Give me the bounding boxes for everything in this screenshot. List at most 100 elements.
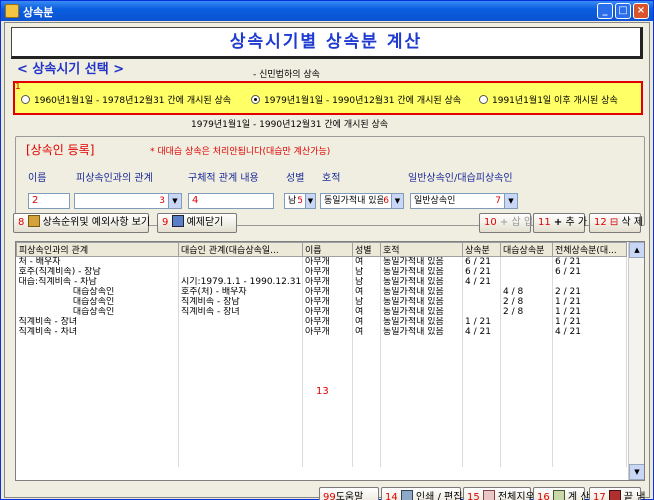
table-row[interactable] [16,407,627,417]
table-cell [178,317,303,327]
insert-button[interactable]: 10 + 삽 입 [479,213,533,233]
table-cell: 직계비속 - 장녀 [178,307,303,317]
table-cell: 아무개 [302,307,353,317]
exit-number: 17 [593,492,606,500]
table-cell [380,407,463,417]
family-register-number: 6 [383,194,389,208]
table-cell [352,417,381,427]
radio-checked-icon [251,95,260,104]
table-cell [302,407,353,417]
heir-type-select[interactable]: 일반상속인 7 ▼ [410,193,518,209]
table-cell: 동일가적내 있음 [380,287,463,297]
print-edit-button[interactable]: 14 인쇄 / 편집 [381,487,462,500]
table-row[interactable] [16,457,627,467]
table-row[interactable] [16,437,627,447]
table-row[interactable]: 직계비속 - 장녀 아무개 여 동일가적내 있음 1 / 21 1 / 21 [16,317,627,327]
column-header[interactable]: 상속분 [462,242,501,257]
close-button[interactable]: × [633,3,649,19]
maximize-button[interactable]: □ [615,3,631,19]
column-header[interactable]: 전체상속분(대... [552,242,627,257]
column-header[interactable]: 피상속인과의 관계 [16,242,179,257]
column-header[interactable]: 대습상속분 [500,242,553,257]
scroll-up-icon[interactable]: ▲ [629,242,644,258]
table-row[interactable] [16,337,627,347]
chevron-down-icon[interactable]: ▼ [391,194,403,208]
table-cell [462,437,501,447]
table-row[interactable] [16,367,627,377]
radio-icon [21,95,30,104]
period-selector: 1 1960년1월1일 - 1978년12월31 간에 개시된 상속 1979년… [13,81,643,115]
help-button[interactable]: 99도움말 [319,487,379,500]
table-row[interactable]: 대습상속인 직계비속 - 장남 아무개 남 동일가적내 있음 2 / 81 / 21 [16,297,627,307]
table-row[interactable] [16,357,627,367]
table-cell [500,397,553,407]
detail-input[interactable]: 4 [188,193,274,209]
column-header[interactable]: 이름 [302,242,353,257]
table-row[interactable] [16,447,627,457]
table-row[interactable]: 호주(직계비속) - 장남 아무개 남 동일가적내 있음 6 / 21 6 / 21 [16,267,627,277]
table-row[interactable]: 대습상속인 호주(처) - 배우자 아무개 여 동일가적내 있음 4 / 82 / 21 [16,287,627,297]
chevron-down-icon[interactable]: ▼ [504,194,517,208]
exit-button[interactable]: 17 끝 냄 [589,487,646,500]
plus-icon: + [553,217,563,228]
order-view-button[interactable]: 8 상속순위및 예외사항 보기 [13,213,150,233]
column-header[interactable]: 호적 [380,242,463,257]
table-cell: 6 / 21 [552,256,627,267]
period-option-1960[interactable]: 1960년1월1일 - 1978년12월31 간에 개시된 상속 [21,93,231,106]
delete-row-icon: ⊟ [609,217,619,228]
add-button[interactable]: 11 + 추 가 [533,213,587,233]
heir-grid[interactable]: 피상속인과의 관계 대습인 관계(대습상속일... 이름 성별 호적 상속분 대… [15,241,645,481]
close-exceptions-number: 9 [162,217,169,228]
table-row[interactable] [16,417,627,427]
clear-all-button[interactable]: 15 전체지우기 [463,487,544,500]
scroll-down-icon[interactable]: ▼ [629,464,644,480]
exit-label: 끝 냄 [623,492,646,500]
table-cell: 4 / 21 [462,327,501,337]
table-cell: 1 / 21 [552,297,627,307]
period-option-1979[interactable]: 1979년1월1일 - 1990년12월31 간에 개시된 상속 [251,93,461,106]
table-cell [552,337,627,347]
name-input[interactable]: 2 [28,193,70,209]
table-row[interactable]: 대습상속인 직계비속 - 장녀 아무개 여 동일가적내 있음 2 / 81 / 21 [16,307,627,317]
table-cell [552,387,627,397]
family-register-select[interactable]: 동일가적내 있음 6 ▼ [320,193,404,209]
table-cell [352,357,381,367]
table-cell [302,347,353,357]
table-cell [462,417,501,427]
calculate-button[interactable]: 16 계 산 [533,487,590,500]
table-row[interactable]: 직계비속 - 차녀 아무개 여 동일가적내 있음 4 / 21 4 / 21 [16,327,627,337]
gender-select[interactable]: 남 5 ▼ [284,193,316,209]
close-exceptions-button[interactable]: 9 예제닫기 [157,213,237,233]
chevron-down-icon[interactable]: ▼ [168,194,181,208]
table-row[interactable] [16,427,627,437]
table-cell [500,447,553,457]
title-bar[interactable]: 상속분 _ □ × [1,1,653,21]
table-cell [500,417,553,427]
table-cell: 여 [352,256,381,267]
calculate-number: 16 [537,492,550,500]
table-cell [552,457,627,467]
column-header[interactable]: 성별 [352,242,381,257]
minimize-button[interactable]: _ [597,3,613,19]
family-register-label: 호적 [322,173,341,184]
table-cell [380,447,463,457]
table-row[interactable] [16,347,627,357]
table-cell [552,447,627,457]
table-row[interactable]: 대습:직계비속 - 차남 시기:1979.1.1 - 1990.12.31 아무개 남… [16,277,627,287]
delete-button[interactable]: 12 ⊟ 삭 제 [589,213,643,233]
table-row[interactable]: 처 - 배우자 아무개 여 동일가적내 있음 6 / 21 6 / 21 [16,256,627,267]
table-cell [552,347,627,357]
chevron-down-icon[interactable]: ▼ [305,194,315,208]
table-cell: 호주(직계비속) - 장남 [16,267,179,277]
period-option-1991[interactable]: 1991년1월1일 이후 개시된 상속 [479,93,618,106]
relation-select[interactable]: 3 ▼ [74,193,182,209]
table-cell [178,267,303,277]
table-cell [302,427,353,437]
column-header[interactable]: 대습인 관계(대습상속일... [178,242,303,257]
table-row[interactable] [16,397,627,407]
table-cell: 아무개 [302,256,353,267]
period-option-label: 1960년1월1일 - 1978년12월31 간에 개시된 상속 [34,96,232,106]
table-cell [302,447,353,457]
table-cell [500,437,553,447]
vertical-scrollbar[interactable]: ▲ ▼ [628,242,644,480]
